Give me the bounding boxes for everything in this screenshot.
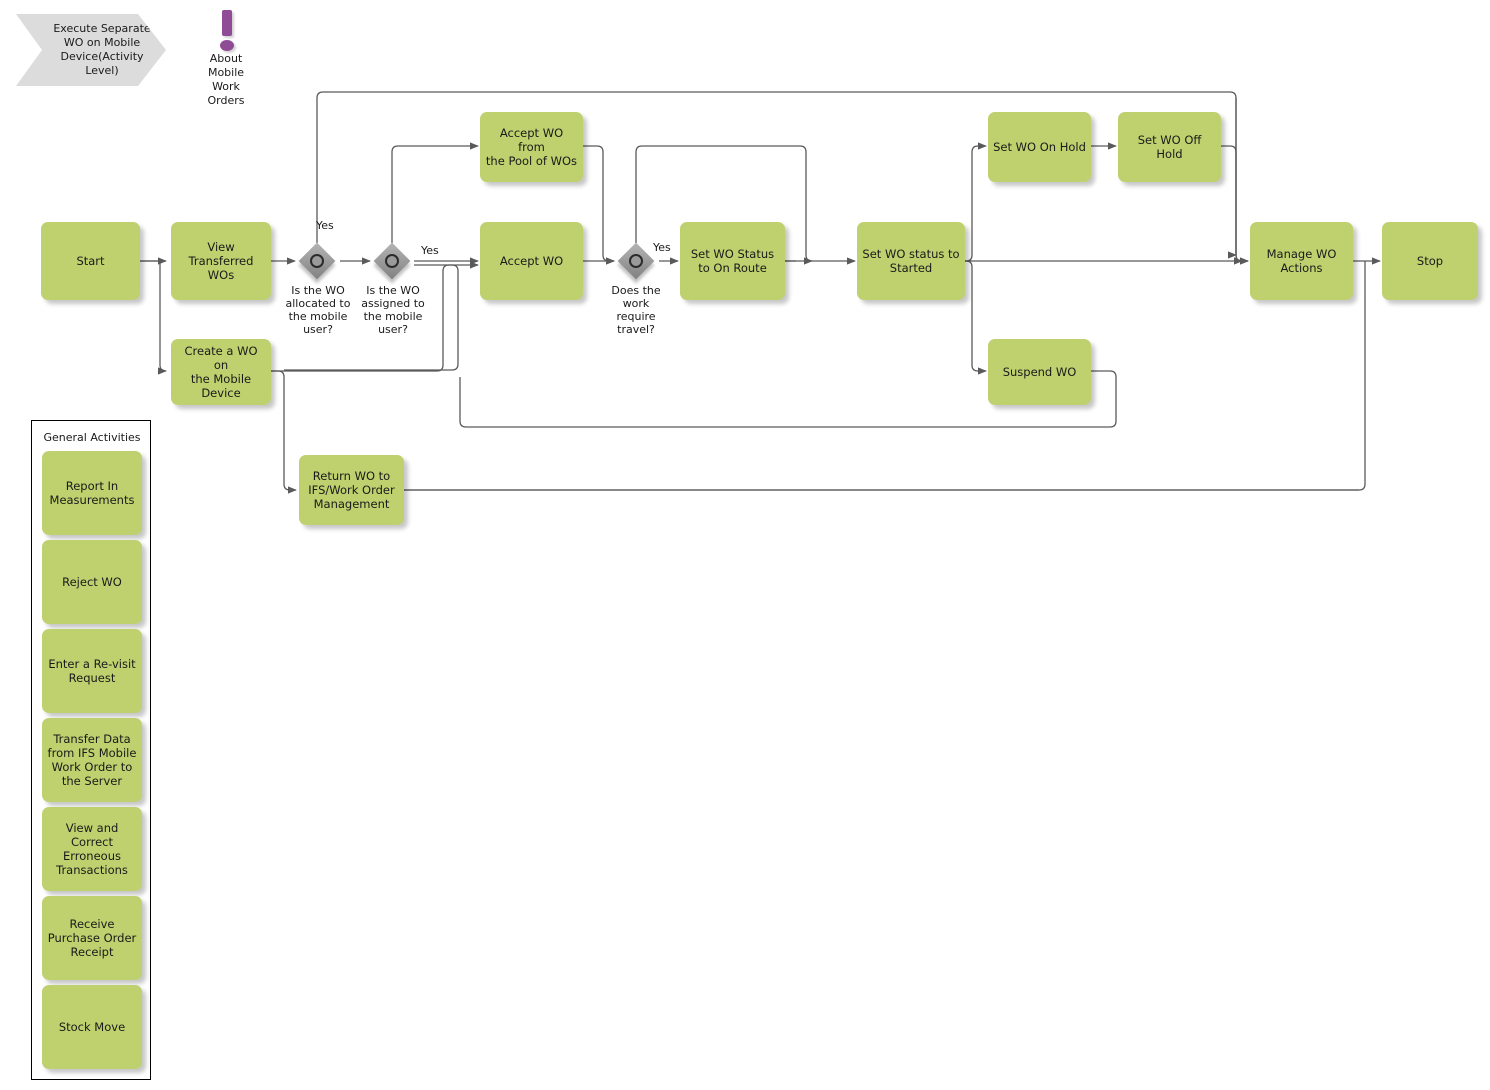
panel-item-transfer-data[interactable]: Transfer Data from IFS Mobile Work Order…: [42, 718, 142, 802]
node-view-transferred-wos-label: View Transferred WOs: [188, 240, 254, 282]
gateway-does-work-require-travel[interactable]: [617, 242, 655, 280]
node-set-on-hold-label: Set WO On Hold: [993, 140, 1086, 154]
node-return-wo-to-ifs[interactable]: Return WO to IFS/Work Order Management: [299, 455, 404, 525]
gateway-is-wo-assigned-yes: Yes: [421, 244, 439, 257]
node-set-wo-status-to-on-route[interactable]: Set WO Status to On Route: [680, 222, 785, 300]
gateway-is-wo-allocated-yes: Yes: [316, 219, 334, 232]
node-manage-wo-actions[interactable]: Manage WO Actions: [1250, 222, 1353, 300]
about-mobile-work-orders[interactable]: About Mobile Work Orders: [196, 8, 256, 108]
node-manage-wo-actions-label: Manage WO Actions: [1266, 247, 1337, 275]
node-set-wo-on-hold[interactable]: Set WO On Hold: [988, 112, 1091, 182]
panel-item-label: View and Correct Erroneous Transactions: [56, 821, 128, 877]
panel-item-view-and-correct-erroneous-transactions[interactable]: View and Correct Erroneous Transactions: [42, 807, 142, 891]
node-accept-wo-from-pool[interactable]: Accept WO from the Pool of WOs: [480, 112, 583, 182]
gateway-circle-icon: [629, 254, 643, 268]
panel-item-label: Receive Purchase Order Receipt: [47, 917, 137, 959]
process-title-banner: Execute Separate WO on Mobile Device(Act…: [16, 14, 166, 86]
gateway-is-wo-allocated[interactable]: [298, 242, 336, 280]
node-set-off-hold-label: Set WO Off Hold: [1137, 133, 1202, 161]
node-accept-wo[interactable]: Accept WO: [480, 222, 583, 300]
panel-item-stock-move[interactable]: Stock Move: [42, 985, 142, 1069]
node-accept-wo-label: Accept WO: [499, 254, 564, 268]
node-create-wo-on-mobile-device[interactable]: Create a WO on the Mobile Device: [171, 339, 271, 405]
exclamation-dot: [220, 40, 234, 51]
about-label: About Mobile Work Orders: [207, 52, 245, 107]
panel-item-receive-purchase-order-receipt[interactable]: Receive Purchase Order Receipt: [42, 896, 142, 980]
gateway-is-wo-assigned[interactable]: [373, 242, 411, 280]
exclamation-bar: [222, 10, 232, 36]
node-stop-label: Stop: [1416, 254, 1444, 268]
panel-item-label: Report In Measurements: [49, 479, 135, 507]
node-set-on-route-label: Set WO Status to On Route: [690, 247, 775, 275]
panel-item-label: Stock Move: [58, 1020, 126, 1034]
panel-item-label: Reject WO: [62, 575, 122, 589]
node-start-label: Start: [76, 254, 105, 268]
general-activities-panel: General Activities Report In Measurement…: [31, 420, 151, 1080]
panel-item-report-in-measurements[interactable]: Report In Measurements: [42, 451, 142, 535]
node-start[interactable]: Start: [41, 222, 140, 300]
gateway-circle-icon: [385, 254, 399, 268]
node-suspend-wo-label: Suspend WO: [1002, 365, 1077, 379]
node-return-wo-label: Return WO to IFS/Work Order Management: [308, 469, 395, 511]
gateway-does-work-require-travel-label: Does the work require travel?: [611, 284, 661, 336]
connector-layer: [140, 91, 1381, 494]
node-set-started-label: Set WO status to Started: [862, 247, 960, 275]
node-accept-wo-from-pool-label: Accept WO from the Pool of WOs: [485, 126, 578, 168]
general-activities-title: General Activities: [43, 431, 141, 444]
node-set-wo-off-hold[interactable]: Set WO Off Hold: [1118, 112, 1221, 182]
gateway-is-wo-assigned-label: Is the WO assigned to the mobile user?: [361, 284, 425, 336]
flowchart-canvas: Execute Separate WO on Mobile Device(Act…: [0, 0, 1490, 1090]
exclamation-icon: [196, 8, 256, 52]
node-suspend-wo[interactable]: Suspend WO: [988, 339, 1091, 405]
process-title-text: Execute Separate WO on Mobile Device(Act…: [53, 22, 151, 77]
panel-item-enter-revisit-request[interactable]: Enter a Re-visit Request: [42, 629, 142, 713]
panel-item-reject-wo[interactable]: Reject WO: [42, 540, 142, 624]
node-create-wo-label: Create a WO on the Mobile Device: [184, 344, 258, 400]
node-stop[interactable]: Stop: [1382, 222, 1478, 300]
gateway-does-work-require-travel-yes: Yes: [653, 241, 671, 254]
node-view-transferred-wos[interactable]: View Transferred WOs: [171, 222, 271, 300]
node-set-wo-status-to-started[interactable]: Set WO status to Started: [857, 222, 965, 300]
panel-item-label: Transfer Data from IFS Mobile Work Order…: [47, 732, 137, 788]
panel-item-label: Enter a Re-visit Request: [48, 657, 136, 685]
gateway-circle-icon: [310, 254, 324, 268]
